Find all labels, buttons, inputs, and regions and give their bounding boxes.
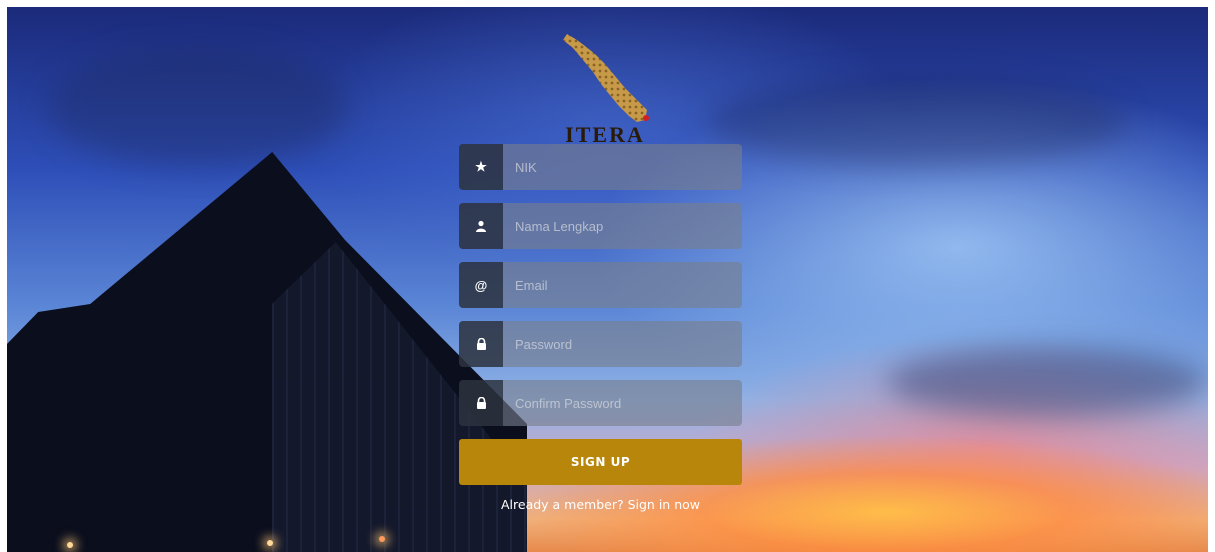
user-icon <box>459 203 503 249</box>
cloud <box>47 47 347 167</box>
email-input[interactable] <box>503 262 742 308</box>
nik-input[interactable] <box>503 144 742 190</box>
lock-icon <box>459 321 503 367</box>
sign-up-button[interactable]: SIGN UP <box>459 439 742 485</box>
lock-icon <box>459 380 503 426</box>
confirm-password-field <box>459 380 742 426</box>
nik-field: ★ <box>459 144 742 190</box>
cloud <box>887 347 1207 417</box>
signup-form: ★ @ SIGN UP Already a member? Sign in no… <box>459 144 742 512</box>
cloud <box>707 77 1127 167</box>
lamp-light <box>267 540 273 546</box>
lamp-light <box>67 542 73 548</box>
email-field: @ <box>459 262 742 308</box>
itera-logo: ITERA <box>555 32 655 147</box>
star-icon: ★ <box>459 144 503 190</box>
confirm-password-input[interactable] <box>503 380 742 426</box>
sign-in-link[interactable]: Already a member? Sign in now <box>459 497 742 512</box>
fullname-field <box>459 203 742 249</box>
password-input[interactable] <box>503 321 742 367</box>
logo-emblem <box>563 34 649 122</box>
at-icon: @ <box>459 262 503 308</box>
fullname-input[interactable] <box>503 203 742 249</box>
sign-in-link-text[interactable]: Already a member? Sign in now <box>501 497 700 512</box>
password-field <box>459 321 742 367</box>
lamp-light <box>379 536 385 542</box>
